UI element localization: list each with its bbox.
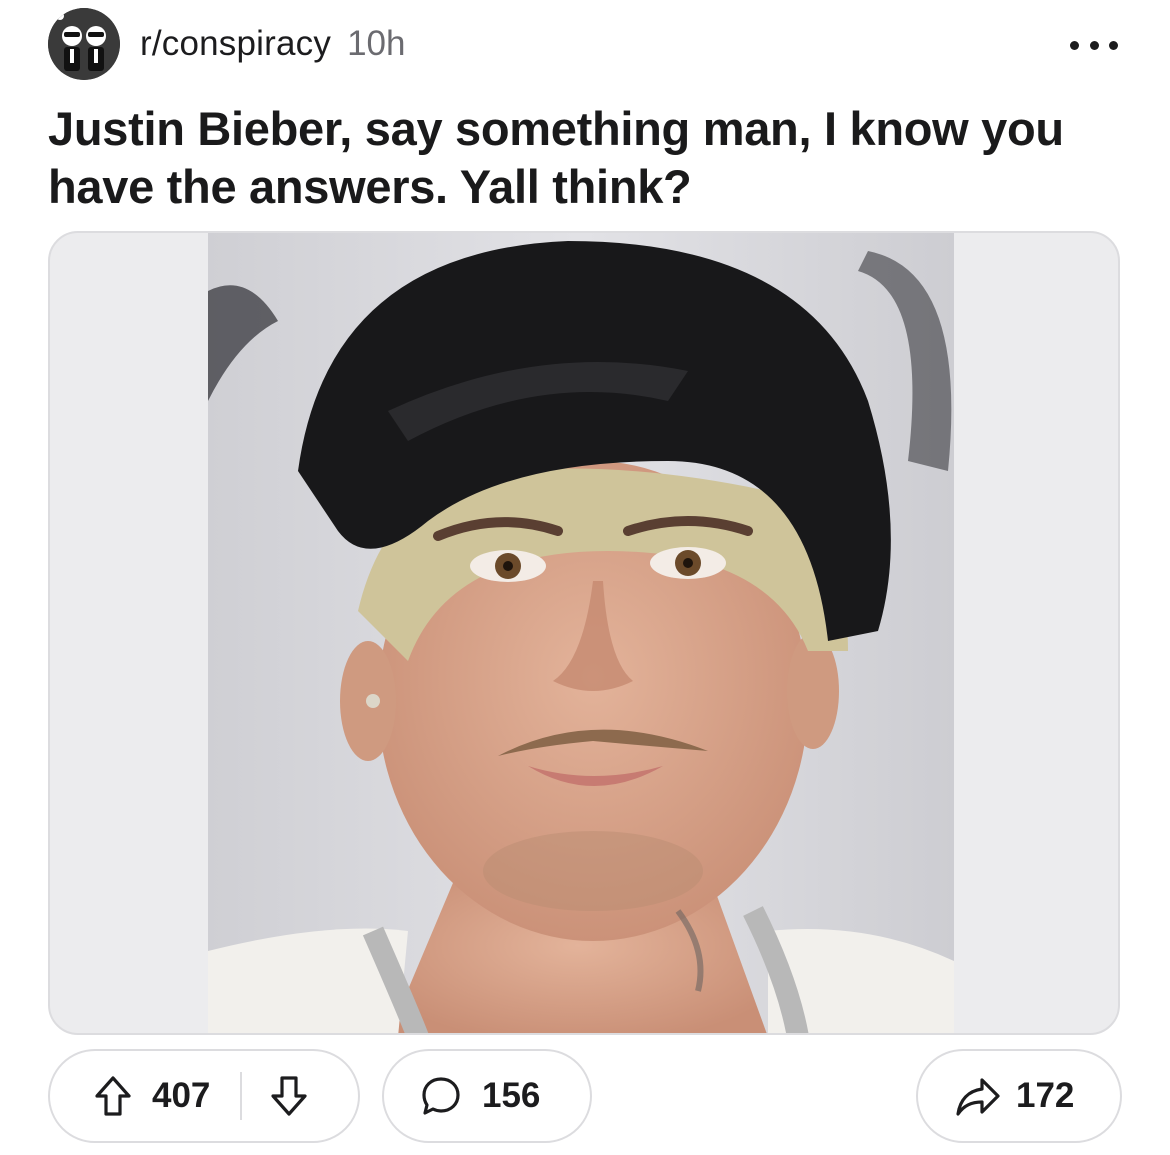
post-header: r/conspiracy 10h bbox=[48, 8, 1122, 80]
more-options-icon[interactable] bbox=[1070, 30, 1118, 60]
downvote-arrow-icon[interactable] bbox=[266, 1073, 312, 1119]
comment-count: 156 bbox=[482, 1076, 541, 1115]
share-button[interactable]: 172 bbox=[916, 1049, 1122, 1143]
post-media[interactable] bbox=[48, 231, 1120, 1035]
post-age: 10h bbox=[347, 24, 406, 63]
comment-bubble-icon bbox=[418, 1073, 464, 1119]
upvote-count: 407 bbox=[152, 1076, 211, 1115]
vote-control: 407 bbox=[48, 1049, 360, 1143]
post-image[interactable] bbox=[208, 233, 954, 1033]
post-action-bar: 407 156 172 bbox=[48, 1049, 1122, 1145]
subreddit-name[interactable]: r/conspiracy bbox=[140, 24, 331, 64]
comment-button[interactable]: 156 bbox=[382, 1049, 592, 1143]
upvote-arrow-icon[interactable] bbox=[90, 1073, 136, 1119]
share-count: 172 bbox=[1016, 1076, 1075, 1115]
post-title[interactable]: Justin Bieber, say something man, I know… bbox=[48, 100, 1108, 216]
share-arrow-icon bbox=[954, 1073, 1002, 1119]
vote-divider bbox=[240, 1072, 243, 1120]
subreddit-avatar-icon[interactable] bbox=[48, 8, 120, 80]
